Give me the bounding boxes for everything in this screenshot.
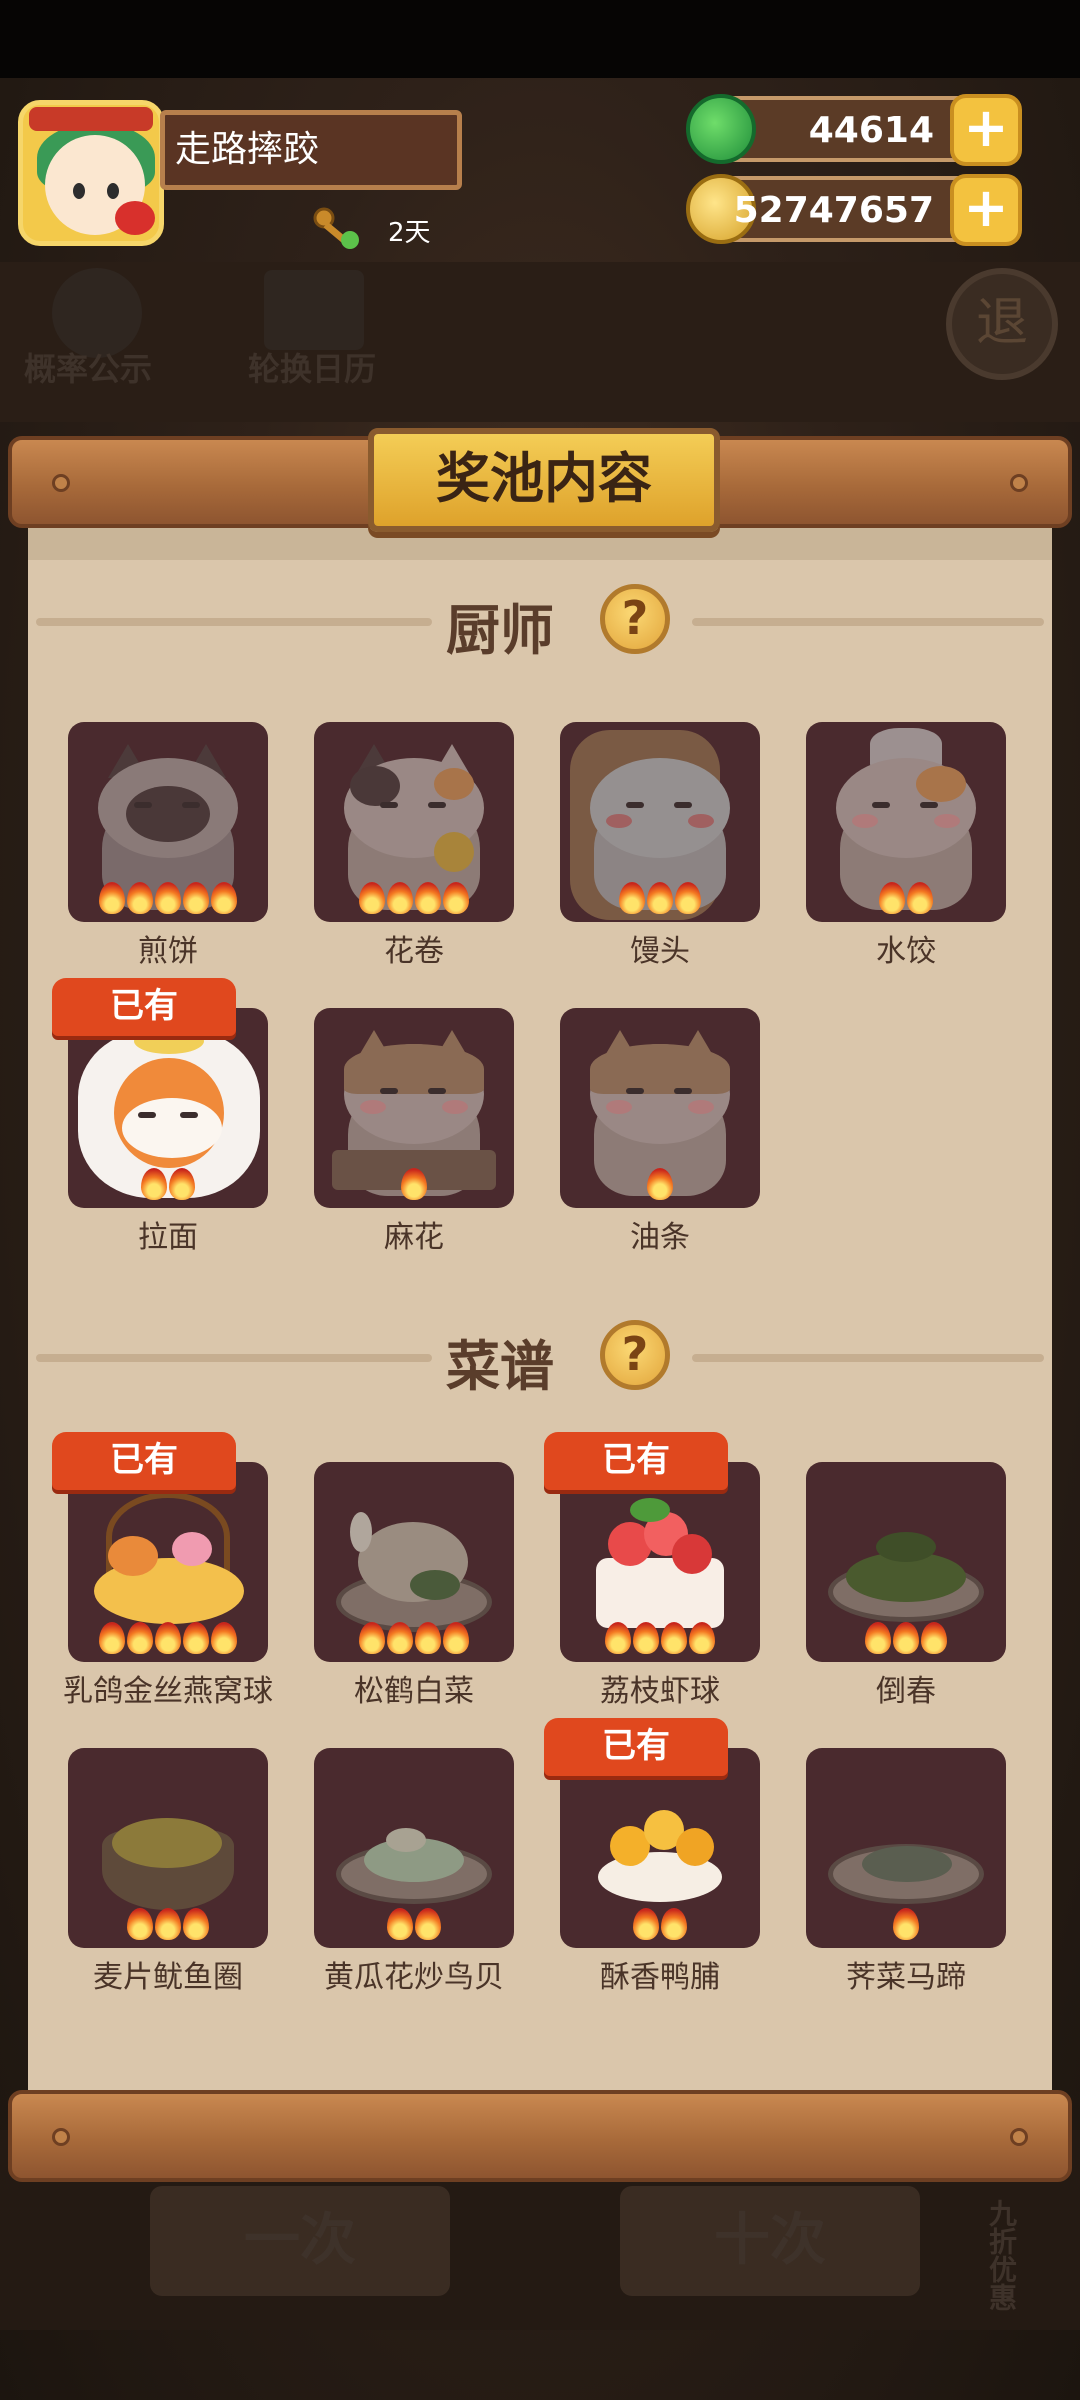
calendar-label: 轮换日历 <box>248 350 377 388</box>
player-avatar[interactable] <box>18 100 164 246</box>
recipe-name: 倒春 <box>876 1674 936 1709</box>
star-rating <box>806 1622 1006 1656</box>
add-jade-button[interactable]: + <box>950 94 1022 166</box>
star-rating <box>560 882 760 916</box>
jade-icon <box>686 94 756 164</box>
star-rating <box>314 1622 514 1656</box>
owned-badge: 已有 <box>544 1718 728 1776</box>
gold-currency: 52747657 + <box>686 174 1022 246</box>
chef-section-title: 厨师 <box>446 599 554 662</box>
star-rating <box>314 882 514 916</box>
recipe-section-title: 菜谱 <box>446 1335 554 1398</box>
star-rating <box>560 1622 760 1656</box>
recipe-name: 黄瓜花炒鸟贝 <box>324 1960 504 1995</box>
star-rating <box>314 1908 514 1942</box>
chef-help-button[interactable]: ? <box>600 584 670 654</box>
chef-name: 油条 <box>630 1220 690 1255</box>
days-label: 2天 <box>388 218 431 248</box>
star-rating <box>806 1908 1006 1942</box>
gold-amount: 52747657 <box>733 190 934 231</box>
chef-name: 馒头 <box>630 934 690 969</box>
recipe-name: 酥香鸭脯 <box>600 1960 720 1995</box>
star-rating <box>68 882 268 916</box>
recipe-name: 乳鸽金丝燕窝球 <box>63 1674 273 1709</box>
chef-name: 麻花 <box>384 1220 444 1255</box>
star-rating <box>314 1168 514 1202</box>
chef-name: 花卷 <box>384 934 444 969</box>
chef-name: 拉面 <box>138 1220 198 1255</box>
recipe-name: 松鹤白菜 <box>354 1674 474 1709</box>
discount-label: 九折优惠 <box>985 2199 1018 2311</box>
ten-draw-button: 十次 <box>620 2186 920 2296</box>
exit-button: 退 <box>946 268 1058 380</box>
star-rating <box>560 1168 760 1202</box>
recipe-help-button[interactable]: ? <box>600 1320 670 1390</box>
recipe-section-header: 菜谱 ? <box>0 1316 1080 1398</box>
chef-name: 水饺 <box>876 934 936 969</box>
owned-badge: 已有 <box>52 978 236 1036</box>
star-rating <box>806 882 1006 916</box>
jade-amount: 44614 <box>808 110 934 151</box>
recipe-name: 麦片鱿鱼圈 <box>93 1960 243 1995</box>
star-rating <box>68 1622 268 1656</box>
calendar-icon <box>264 270 364 350</box>
star-rating <box>560 1908 760 1942</box>
probability-label: 概率公示 <box>24 350 153 388</box>
jade-currency: 44614 + <box>686 94 1022 166</box>
recipe-name: 荔枝虾球 <box>600 1674 720 1709</box>
background-stripe <box>0 262 1080 422</box>
owned-badge: 已有 <box>544 1432 728 1490</box>
key-icon <box>313 207 359 249</box>
bottom-scroll-rail <box>8 2090 1072 2182</box>
add-gold-button[interactable]: + <box>950 174 1022 246</box>
owned-badge: 已有 <box>52 1432 236 1490</box>
star-rating <box>68 1908 268 1942</box>
chef-section-header: 厨师 ? <box>0 580 1080 662</box>
chef-name: 煎饼 <box>138 934 198 969</box>
single-draw-button: 一次 <box>150 2186 450 2296</box>
star-rating <box>68 1168 268 1202</box>
recipe-name: 荠菜马蹄 <box>846 1960 966 1995</box>
dialog-title: 奖池内容 <box>368 428 720 532</box>
status-bar <box>0 0 1080 78</box>
player-name[interactable]: 走路摔跤 <box>160 110 462 190</box>
